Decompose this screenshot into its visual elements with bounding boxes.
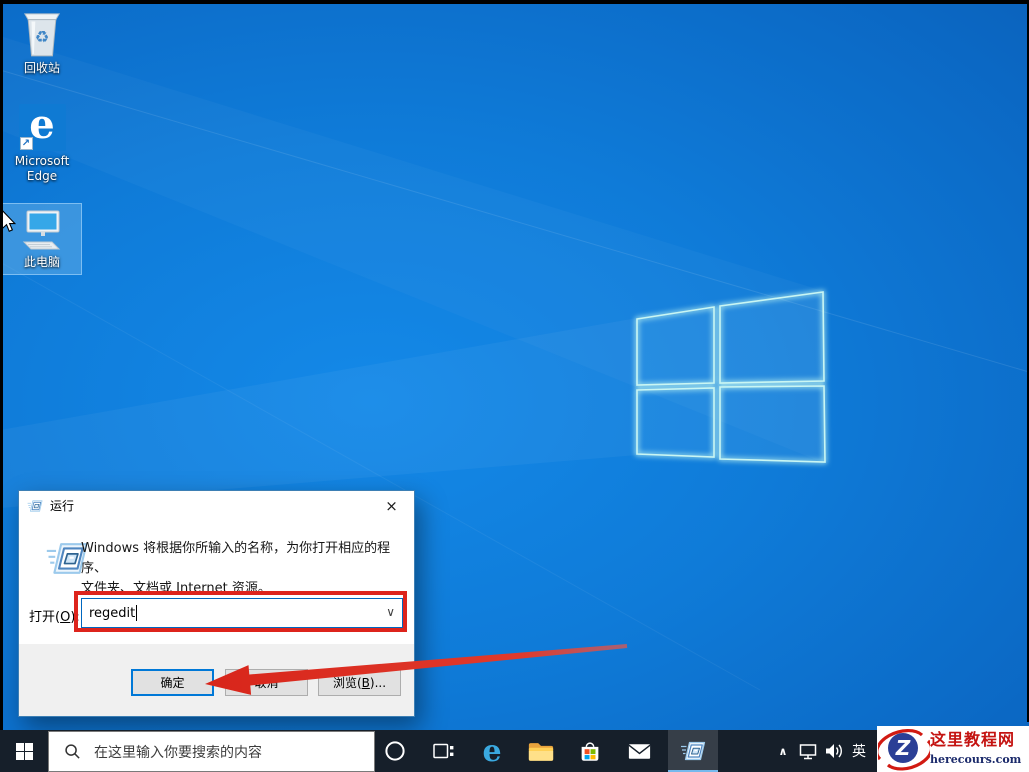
screenshot-border-top: [0, 0, 1029, 4]
desktop-icon-label: 回收站: [23, 61, 60, 75]
desktop-icon-label: 此电脑: [23, 255, 60, 269]
site-logo: Z: [878, 729, 930, 771]
shortcut-arrow-icon: ↗: [19, 137, 33, 150]
task-view-button[interactable]: [420, 730, 466, 772]
browse-button[interactable]: 浏览(B)...: [318, 669, 401, 696]
taskbar-file-explorer-button[interactable]: [518, 730, 564, 772]
logo-letter: Z: [895, 736, 911, 760]
volume-icon: [826, 744, 842, 758]
search-placeholder: 在这里输入你要搜索的内容: [94, 744, 262, 761]
edge-tile-icon: e ↗: [18, 101, 66, 151]
taskbar: 在这里输入你要搜索的内容 e ∧ 英: [0, 730, 1029, 772]
wallpaper-windows-logo: [635, 290, 827, 464]
run-dialog-footer: 确定 取消 浏览(B)...: [19, 644, 414, 716]
dialog-title: 运行: [50, 499, 75, 513]
open-label: 打开(O):: [29, 610, 80, 625]
cortana-icon: [385, 741, 405, 761]
hidden-icons-chevron[interactable]: ∧: [772, 730, 794, 772]
run-dialog-titlebar[interactable]: 运行 ×: [19, 491, 414, 520]
taskbar-mail-button[interactable]: [616, 730, 662, 772]
dialog-message: Windows 将根据你所输入的名称，为你打开相应的程序、 文件夹、文档或 In…: [81, 539, 411, 599]
message-line-1: Windows 将根据你所输入的名称，为你打开相应的程序、: [81, 541, 391, 576]
site-watermark: Z 这里教程网 herecours.com: [877, 726, 1029, 772]
start-button[interactable]: [0, 730, 48, 772]
annotation-highlight-box: [74, 591, 407, 632]
mail-icon: [627, 743, 651, 759]
taskbar-search-box[interactable]: 在这里输入你要搜索的内容: [48, 731, 375, 772]
cancel-button[interactable]: 取消: [225, 669, 308, 696]
desktop-icon-recycle-bin[interactable]: ♻ 回收站: [6, 8, 78, 76]
desktop-icon-label: Microsoft Edge: [14, 154, 70, 183]
this-pc-icon: [22, 210, 61, 250]
windows-desktop: ♻ 回收站 e ↗ Microsoft Edge 此电脑 运行 × Window…: [0, 0, 1029, 772]
run-icon: [680, 740, 706, 762]
taskbar-store-button[interactable]: [567, 730, 613, 772]
close-button[interactable]: ×: [369, 491, 414, 520]
chevron-up-icon: ∧: [778, 744, 788, 758]
task-view-icon: [433, 743, 454, 759]
screenshot-border-left: [0, 0, 3, 730]
desktop-icon-microsoft-edge[interactable]: e ↗ Microsoft Edge: [6, 101, 78, 184]
close-icon: ×: [385, 496, 398, 515]
network-tray-button[interactable]: [795, 730, 821, 772]
input-language-indicator[interactable]: 英: [845, 730, 873, 772]
site-name: 这里教程网: [930, 730, 1016, 749]
recycle-bin-icon: ♻: [23, 13, 61, 57]
recycle-symbol: ♻: [35, 28, 50, 47]
store-icon: [581, 741, 599, 761]
file-explorer-icon: [528, 743, 554, 761]
mouse-cursor: [1, 210, 16, 233]
watermark-text: 这里教程网 herecours.com: [930, 730, 1026, 767]
taskbar-run-button-active[interactable]: [668, 730, 718, 772]
cortana-button[interactable]: [372, 730, 418, 772]
windows-logo-icon: [15, 742, 33, 760]
language-label: 英: [852, 744, 866, 760]
ok-button[interactable]: 确定: [131, 669, 214, 696]
site-url: herecours.com: [930, 753, 1022, 766]
edge-e-glyph: e: [482, 735, 501, 767]
taskbar-edge-button[interactable]: e: [469, 730, 515, 772]
volume-tray-button[interactable]: [821, 730, 847, 772]
run-icon: [27, 499, 43, 513]
edge-icon: e: [482, 735, 501, 767]
search-icon: [65, 744, 80, 759]
network-icon: [799, 743, 816, 759]
